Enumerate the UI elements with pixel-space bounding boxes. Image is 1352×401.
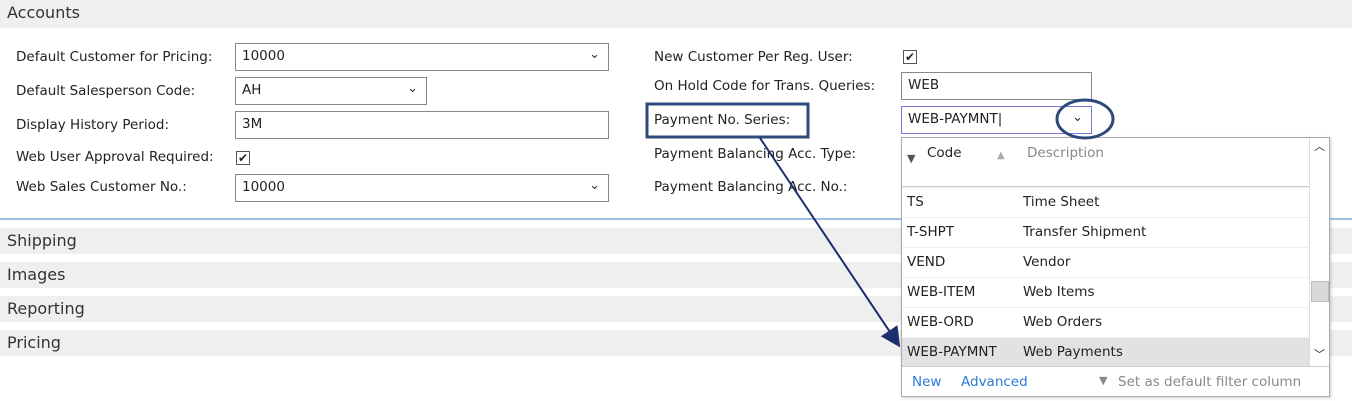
highlight-box: [645, 102, 810, 139]
annotation-arrow: [759, 137, 901, 348]
annotation-overlay: [645, 98, 1115, 348]
highlight-circle: [1055, 98, 1115, 140]
